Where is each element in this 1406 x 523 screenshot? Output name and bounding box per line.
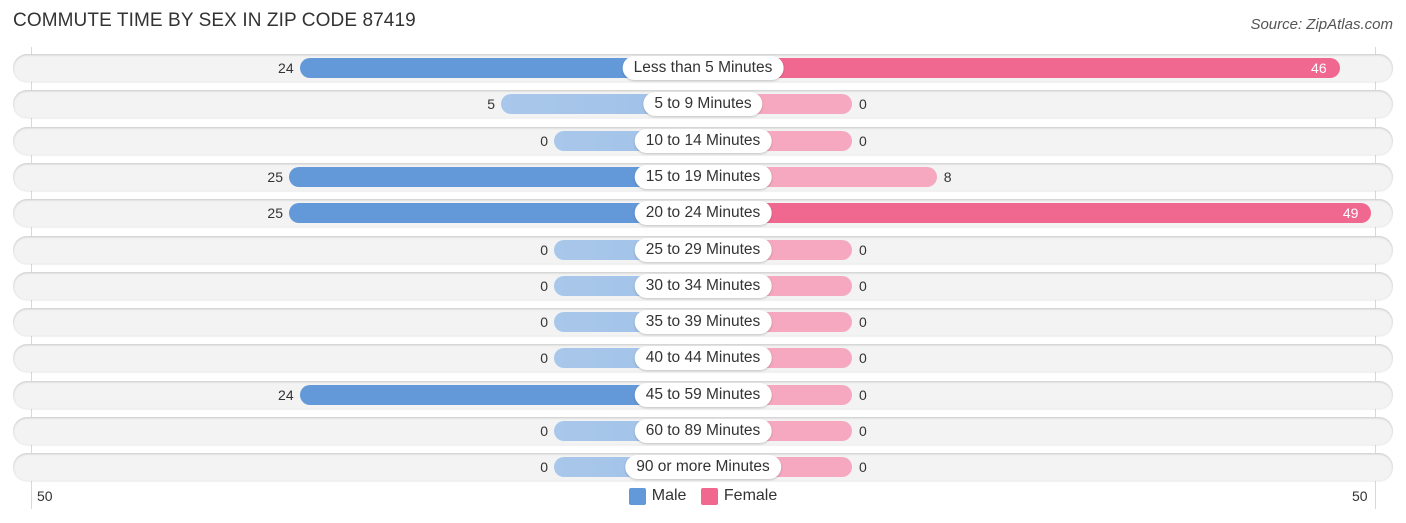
legend-swatch-male <box>628 487 646 505</box>
value-label-female: 0 <box>859 423 867 439</box>
category-label: Less than 5 Minutes <box>622 56 784 80</box>
category-label: 60 to 89 Minutes <box>634 419 772 443</box>
value-label-male: 0 <box>540 314 548 331</box>
legend-item-male[interactable]: Male <box>628 487 687 505</box>
category-label: 5 to 9 Minutes <box>643 92 763 117</box>
value-label-female: 0 <box>859 314 867 331</box>
category-label: 20 to 24 Minutes <box>634 201 772 226</box>
category-label: 25 to 29 Minutes <box>634 237 772 262</box>
legend: Male Female <box>0 487 1406 510</box>
value-label-female: 0 <box>859 459 867 476</box>
value-label-male: 24 <box>278 386 294 403</box>
value-label-female: 0 <box>859 277 867 294</box>
value-label-male: 0 <box>540 132 548 149</box>
value-label-male: 25 <box>267 168 283 185</box>
legend-swatch-female <box>700 487 718 505</box>
category-label: 35 to 39 Minutes <box>634 310 772 335</box>
legend-label-male: Male <box>651 487 687 504</box>
value-label-female: 8 <box>943 168 952 185</box>
value-label-male: 25 <box>267 205 283 222</box>
category-label: 30 to 34 Minutes <box>634 273 772 298</box>
value-label-male: 5 <box>487 96 495 113</box>
legend-item-female[interactable]: Female <box>700 487 778 505</box>
value-label-female: 0 <box>859 350 867 367</box>
legend-label-female: Female <box>723 487 778 504</box>
value-label-male: 0 <box>540 241 548 258</box>
value-label-male: 24 <box>278 60 294 76</box>
value-label-female: 49 <box>1342 205 1359 222</box>
value-label-female: 0 <box>859 132 867 149</box>
bar-female <box>703 58 1340 78</box>
value-label-female: 0 <box>859 241 867 258</box>
value-label-female: 0 <box>859 386 867 403</box>
value-label-female: 46 <box>1311 60 1327 76</box>
bar-female <box>703 203 1372 224</box>
category-label: 10 to 14 Minutes <box>634 128 772 153</box>
value-label-female: 0 <box>859 96 867 113</box>
value-label-male: 0 <box>540 350 548 367</box>
category-label: 40 to 44 Minutes <box>634 346 772 371</box>
value-label-male: 0 <box>540 277 548 294</box>
category-label: 15 to 19 Minutes <box>634 164 772 189</box>
value-label-male: 0 <box>540 459 548 476</box>
category-label: 45 to 59 Minutes <box>634 382 772 407</box>
value-label-male: 0 <box>540 423 548 439</box>
chart-rows: 24 46 Less than 5 Minutes 5 0 5 to 9 Minutes 0… <box>0 0 1406 523</box>
category-label: 90 or more Minutes <box>625 455 781 480</box>
